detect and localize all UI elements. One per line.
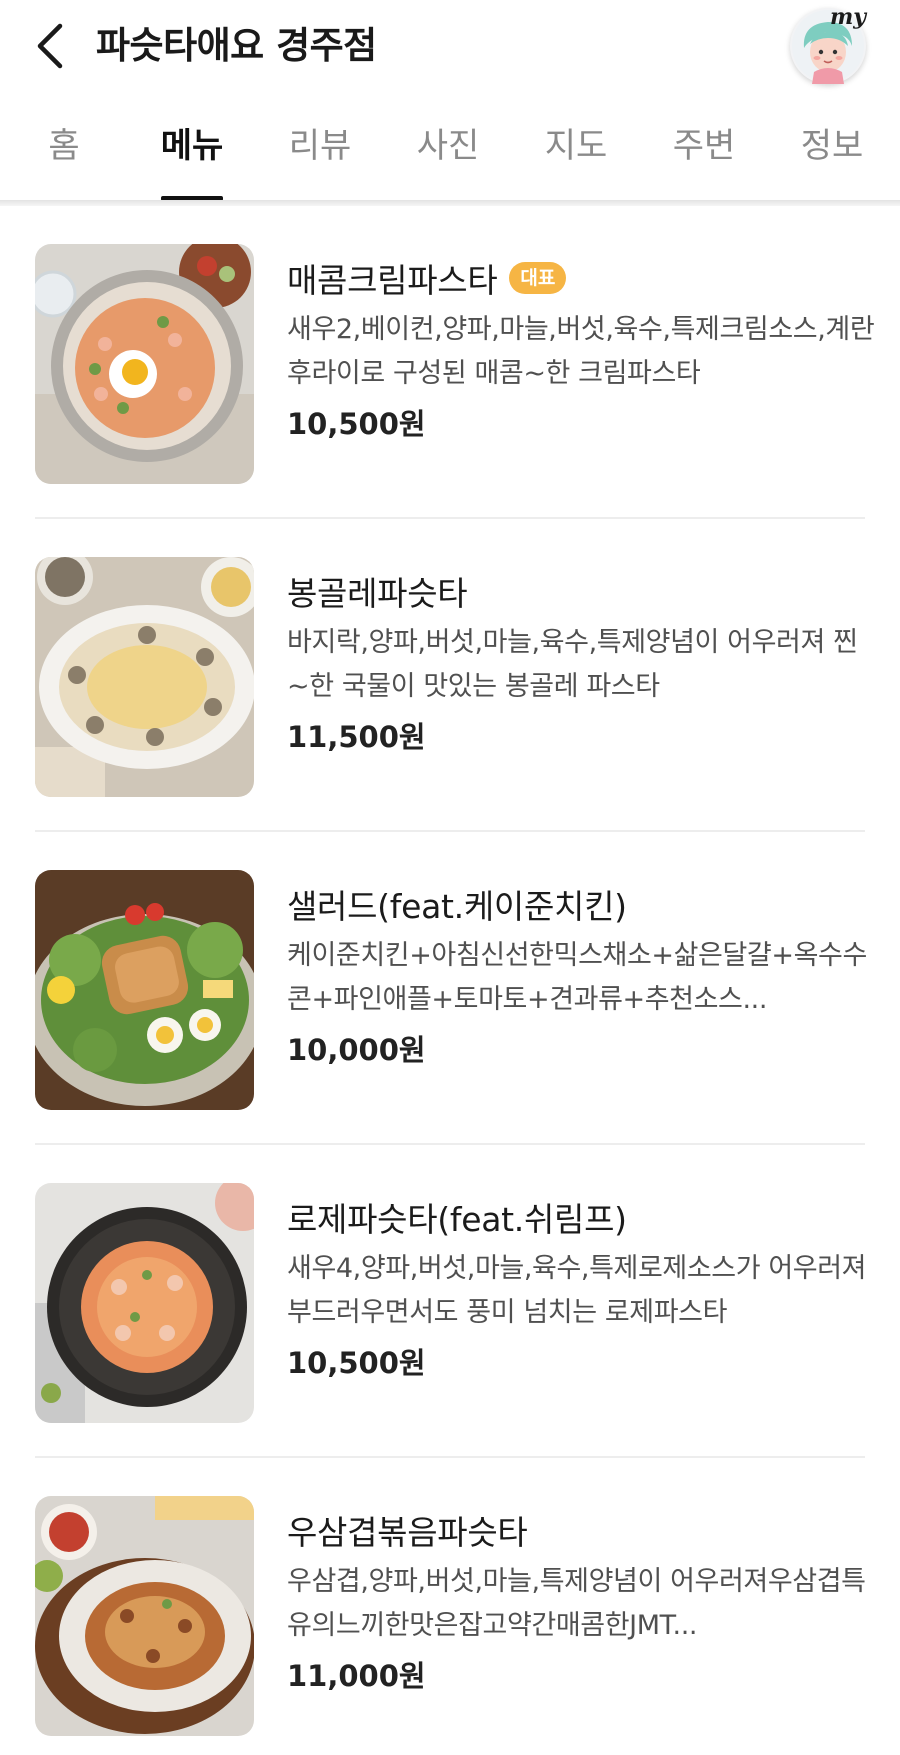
back-button[interactable] bbox=[28, 18, 72, 74]
menu-item-photo bbox=[35, 870, 254, 1110]
menu-item-name: 샐러드(feat.케이준치킨) bbox=[287, 887, 627, 926]
menu-item-info: 샐러드(feat.케이준치킨) 케이준치킨+아침신선한믹스채소+삶은달걀+옥수수… bbox=[287, 882, 877, 1072]
page-title: 파슷타애요 경주점 bbox=[96, 24, 377, 67]
menu-item[interactable]: 봉골레파슷타 바지락,양파,버섯,마늘,육수,특제양념이 어우러져 찐~한 국물… bbox=[0, 519, 900, 832]
tab-label: 메뉴 bbox=[160, 126, 224, 166]
menu-item-price: 11,000원 bbox=[287, 1659, 426, 1693]
menu-item-description: 우삼겹,양파,버섯,마늘,특제양념이 어우러져우삼겹특유의느끼한맛은잡고약간매콤… bbox=[287, 1566, 866, 1641]
menu-item-name-row: 우삼겹볶음파슷타 bbox=[287, 1508, 877, 1552]
menu-item-name: 로제파슷타(feat.쉬림프) bbox=[287, 1200, 627, 1239]
signature-badge: 대표 bbox=[509, 262, 567, 294]
menu-item-price: 11,500원 bbox=[287, 720, 426, 754]
menu-item[interactable]: 로제파슷타(feat.쉬림프) 새우4,양파,버섯,마늘,육수,특제로제소스가 … bbox=[0, 1145, 900, 1458]
menu-item-name: 봉골레파슷타 bbox=[287, 574, 468, 613]
menu-item[interactable]: 샐러드(feat.케이준치킨) 케이준치킨+아침신선한믹스채소+삶은달걀+옥수수… bbox=[0, 832, 900, 1145]
menu-item-description: 새우4,양파,버섯,마늘,육수,특제로제소스가 어우러져 부드러우면서도 풍미 … bbox=[287, 1253, 867, 1328]
menu-item-info: 우삼겹볶음파슷타 우삼겹,양파,버섯,마늘,특제양념이 어우러져우삼겹특유의느끼… bbox=[287, 1508, 877, 1698]
category-tabs: 홈 메뉴 리뷰 사진 지도 주변 정보 bbox=[0, 102, 900, 202]
menu-item-info: 매콤크림파스타 대표 새우2,베이컨,양파,마늘,버섯,육수,특제크림소스,계란… bbox=[287, 256, 877, 446]
tab-nearby[interactable]: 주변 bbox=[640, 102, 768, 202]
menu-item[interactable]: 우삼겹볶음파슷타 우삼겹,양파,버섯,마늘,특제양념이 어우러져우삼겹특유의느끼… bbox=[0, 1458, 900, 1755]
menu-item-info: 봉골레파슷타 바지락,양파,버섯,마늘,육수,특제양념이 어우러져 찐~한 국물… bbox=[287, 569, 877, 759]
chevron-left-icon bbox=[37, 23, 63, 69]
tab-label: 정보 bbox=[800, 126, 864, 166]
menu-item-description: 바지락,양파,버섯,마늘,육수,특제양념이 어우러져 찐~한 국물이 맛있는 봉… bbox=[287, 627, 858, 702]
tab-home[interactable]: 홈 bbox=[0, 102, 128, 202]
menu-item-photo bbox=[35, 1496, 254, 1736]
tab-info[interactable]: 정보 bbox=[768, 102, 896, 202]
menu-item-price: 10,000원 bbox=[287, 1033, 426, 1067]
menu-item-description: 새우2,베이컨,양파,마늘,버섯,육수,특제크림소스,계란후라이로 구성된 매콤… bbox=[287, 314, 875, 389]
profile-avatar-button[interactable]: my bbox=[790, 4, 866, 84]
menu-item-photo bbox=[35, 244, 254, 484]
tab-label: 홈 bbox=[48, 126, 80, 166]
tab-photo[interactable]: 사진 bbox=[384, 102, 512, 202]
menu-item-name: 매콤크림파스타 bbox=[287, 261, 498, 300]
tab-label: 사진 bbox=[416, 126, 480, 166]
menu-item-name-row: 로제파슷타(feat.쉬림프) bbox=[287, 1195, 877, 1239]
menu-item-name-row: 봉골레파슷타 bbox=[287, 569, 877, 613]
menu-item-name-row: 샐러드(feat.케이준치킨) bbox=[287, 882, 877, 926]
tab-label: 지도 bbox=[544, 126, 608, 166]
menu-item-name-row: 매콤크림파스타 대표 bbox=[287, 256, 877, 300]
top-bar: 파슷타애요 경주점 my bbox=[0, 0, 900, 92]
menu-item-photo bbox=[35, 557, 254, 797]
menu-item-description: 케이준치킨+아침신선한믹스채소+삶은달걀+옥수수콘+파인애플+토마토+견과류+추… bbox=[287, 940, 867, 1015]
menu-list: 매콤크림파스타 대표 새우2,베이컨,양파,마늘,버섯,육수,특제크림소스,계란… bbox=[0, 206, 900, 1755]
menu-item-info: 로제파슷타(feat.쉬림프) 새우4,양파,버섯,마늘,육수,특제로제소스가 … bbox=[287, 1195, 877, 1385]
tab-menu[interactable]: 메뉴 bbox=[128, 102, 256, 202]
tab-map[interactable]: 지도 bbox=[512, 102, 640, 202]
menu-item-price: 10,500원 bbox=[287, 407, 426, 441]
menu-item-name: 우삼겹볶음파슷타 bbox=[287, 1513, 528, 1552]
menu-item[interactable]: 매콤크림파스타 대표 새우2,베이컨,양파,마늘,버섯,육수,특제크림소스,계란… bbox=[0, 206, 900, 519]
tab-review[interactable]: 리뷰 bbox=[256, 102, 384, 202]
menu-item-photo bbox=[35, 1183, 254, 1423]
tab-label: 주변 bbox=[672, 126, 736, 166]
tab-label: 리뷰 bbox=[288, 126, 352, 166]
my-label: my bbox=[830, 4, 867, 30]
menu-item-price: 10,500원 bbox=[287, 1346, 426, 1380]
